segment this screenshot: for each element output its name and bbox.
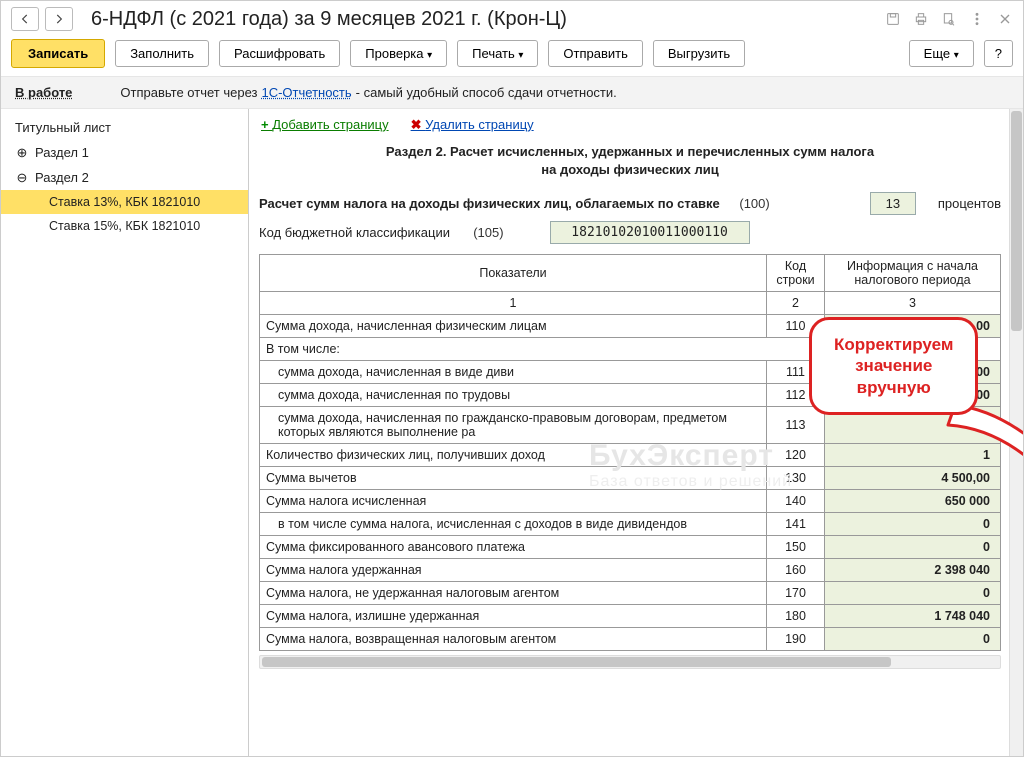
- row-value[interactable]: 1 748 040: [825, 605, 1001, 628]
- row-value[interactable]: 0: [825, 582, 1001, 605]
- row-label: Сумма налога удержанная: [260, 559, 767, 582]
- row-value[interactable]: 0: [825, 536, 1001, 559]
- section-heading: Раздел 2. Расчет исчисленных, удержанных…: [299, 143, 961, 178]
- report-table: Показатели Код строки Информация с начал…: [259, 254, 1001, 651]
- status-text: Отправьте отчет через: [120, 85, 257, 100]
- row-label: сумма дохода, начисленная в виде диви: [260, 361, 767, 384]
- row-code: 120: [767, 444, 825, 467]
- send-button[interactable]: Отправить: [548, 40, 642, 67]
- row-value[interactable]: 5 004 000,00: [825, 384, 1001, 407]
- page-title: 6-НДФЛ (с 2021 года) за 9 месяцев 2021 г…: [91, 8, 879, 31]
- check-button[interactable]: Проверка ▾: [350, 40, 447, 67]
- kbk-field[interactable]: 18210102010011000110: [550, 221, 750, 244]
- preview-icon[interactable]: [941, 11, 957, 27]
- more-button[interactable]: Еще ▾: [909, 40, 974, 67]
- row-label: Количество физических лиц, получивших до…: [260, 444, 767, 467]
- row-code: 160: [767, 559, 825, 582]
- row-code: 190: [767, 628, 825, 651]
- rate-field[interactable]: 13: [870, 192, 916, 215]
- decode-button[interactable]: Расшифровать: [219, 40, 340, 67]
- row-label: Сумма дохода, начисленная физическим лиц…: [260, 315, 767, 338]
- th-indicator: Показатели: [260, 255, 767, 292]
- row-label: Сумма вычетов: [260, 467, 767, 490]
- row-code: 140: [767, 490, 825, 513]
- tree-title-page[interactable]: Титульный лист: [1, 115, 248, 140]
- status-state[interactable]: В работе: [15, 85, 72, 100]
- horizontal-scrollbar[interactable]: [259, 655, 1001, 669]
- row-code: 110: [767, 315, 825, 338]
- export-button[interactable]: Выгрузить: [653, 40, 745, 67]
- help-button[interactable]: ?: [984, 40, 1013, 67]
- kbk-label: Код бюджетной классификации: [259, 225, 450, 240]
- tree-section-2[interactable]: ⊖ Раздел 2: [1, 165, 248, 190]
- row-value[interactable]: 0: [825, 628, 1001, 651]
- expand-icon[interactable]: ⊕: [15, 146, 29, 160]
- rate-code: (100): [739, 196, 769, 211]
- row-code: 112: [767, 384, 825, 407]
- row-value[interactable]: 650 000: [825, 490, 1001, 513]
- row-code: 150: [767, 536, 825, 559]
- row-label: Сумма налога, излишне удержанная: [260, 605, 767, 628]
- print-button[interactable]: Печать ▾: [457, 40, 538, 67]
- row-code: 113: [767, 407, 825, 444]
- close-icon[interactable]: [997, 11, 1013, 27]
- row-code: 130: [767, 467, 825, 490]
- row-label: Сумма фиксированного авансового платежа: [260, 536, 767, 559]
- row-code: 170: [767, 582, 825, 605]
- collapse-icon[interactable]: ⊖: [15, 171, 29, 185]
- row-label: сумма дохода, начисленная по гражданско-…: [260, 407, 767, 444]
- more-icon[interactable]: [969, 11, 985, 27]
- row-label: Сумма налога, не удержанная налоговым аг…: [260, 582, 767, 605]
- print-icon[interactable]: [913, 11, 929, 27]
- status-link[interactable]: 1С-Отчетность: [261, 85, 351, 100]
- row-label: Сумма налога, возвращенная налоговым аге…: [260, 628, 767, 651]
- row-value[interactable]: 5 004 000,00: [825, 315, 1001, 338]
- fill-button[interactable]: Заполнить: [115, 40, 209, 67]
- status-text2: - самый удобный способ сдачи отчетности.: [356, 85, 617, 100]
- row-label: В том числе:: [260, 338, 1001, 361]
- nav-back-button[interactable]: [11, 7, 39, 31]
- row-code: 141: [767, 513, 825, 536]
- row-value[interactable]: 0: [825, 513, 1001, 536]
- row-label: Сумма налога исчисленная: [260, 490, 767, 513]
- row-value[interactable]: 0,00: [825, 361, 1001, 384]
- row-value[interactable]: 0,00: [825, 407, 1001, 444]
- vertical-scrollbar[interactable]: [1009, 109, 1023, 756]
- save-button[interactable]: Записать: [11, 39, 105, 68]
- tree-rate-13[interactable]: Ставка 13%, КБК 1821010: [1, 190, 248, 214]
- tree-section-1[interactable]: ⊕ Раздел 1: [1, 140, 248, 165]
- row-label: в том числе сумма налога, исчисленная с …: [260, 513, 767, 536]
- th-linecode: Код строки: [767, 255, 825, 292]
- row-code: 180: [767, 605, 825, 628]
- rate-label: Расчет сумм налога на доходы физических …: [259, 196, 720, 211]
- add-page-link[interactable]: Добавить страницу: [261, 117, 389, 133]
- rate-suffix: процентов: [938, 196, 1001, 211]
- row-code: 111: [767, 361, 825, 384]
- disk-icon[interactable]: [885, 11, 901, 27]
- tree-rate-15[interactable]: Ставка 15%, КБК 1821010: [1, 214, 248, 238]
- sidebar-tree: Титульный лист ⊕ Раздел 1 ⊖ Раздел 2 Ста…: [1, 109, 249, 756]
- row-value[interactable]: 1: [825, 444, 1001, 467]
- kbk-code: (105): [473, 225, 503, 240]
- row-value[interactable]: 4 500,00: [825, 467, 1001, 490]
- row-value[interactable]: 2 398 040: [825, 559, 1001, 582]
- nav-forward-button[interactable]: [45, 7, 73, 31]
- th-period: Информация с начала налогового периода: [825, 255, 1001, 292]
- row-label: сумма дохода, начисленная по трудовы: [260, 384, 767, 407]
- delete-page-link[interactable]: Удалить страницу: [411, 117, 534, 133]
